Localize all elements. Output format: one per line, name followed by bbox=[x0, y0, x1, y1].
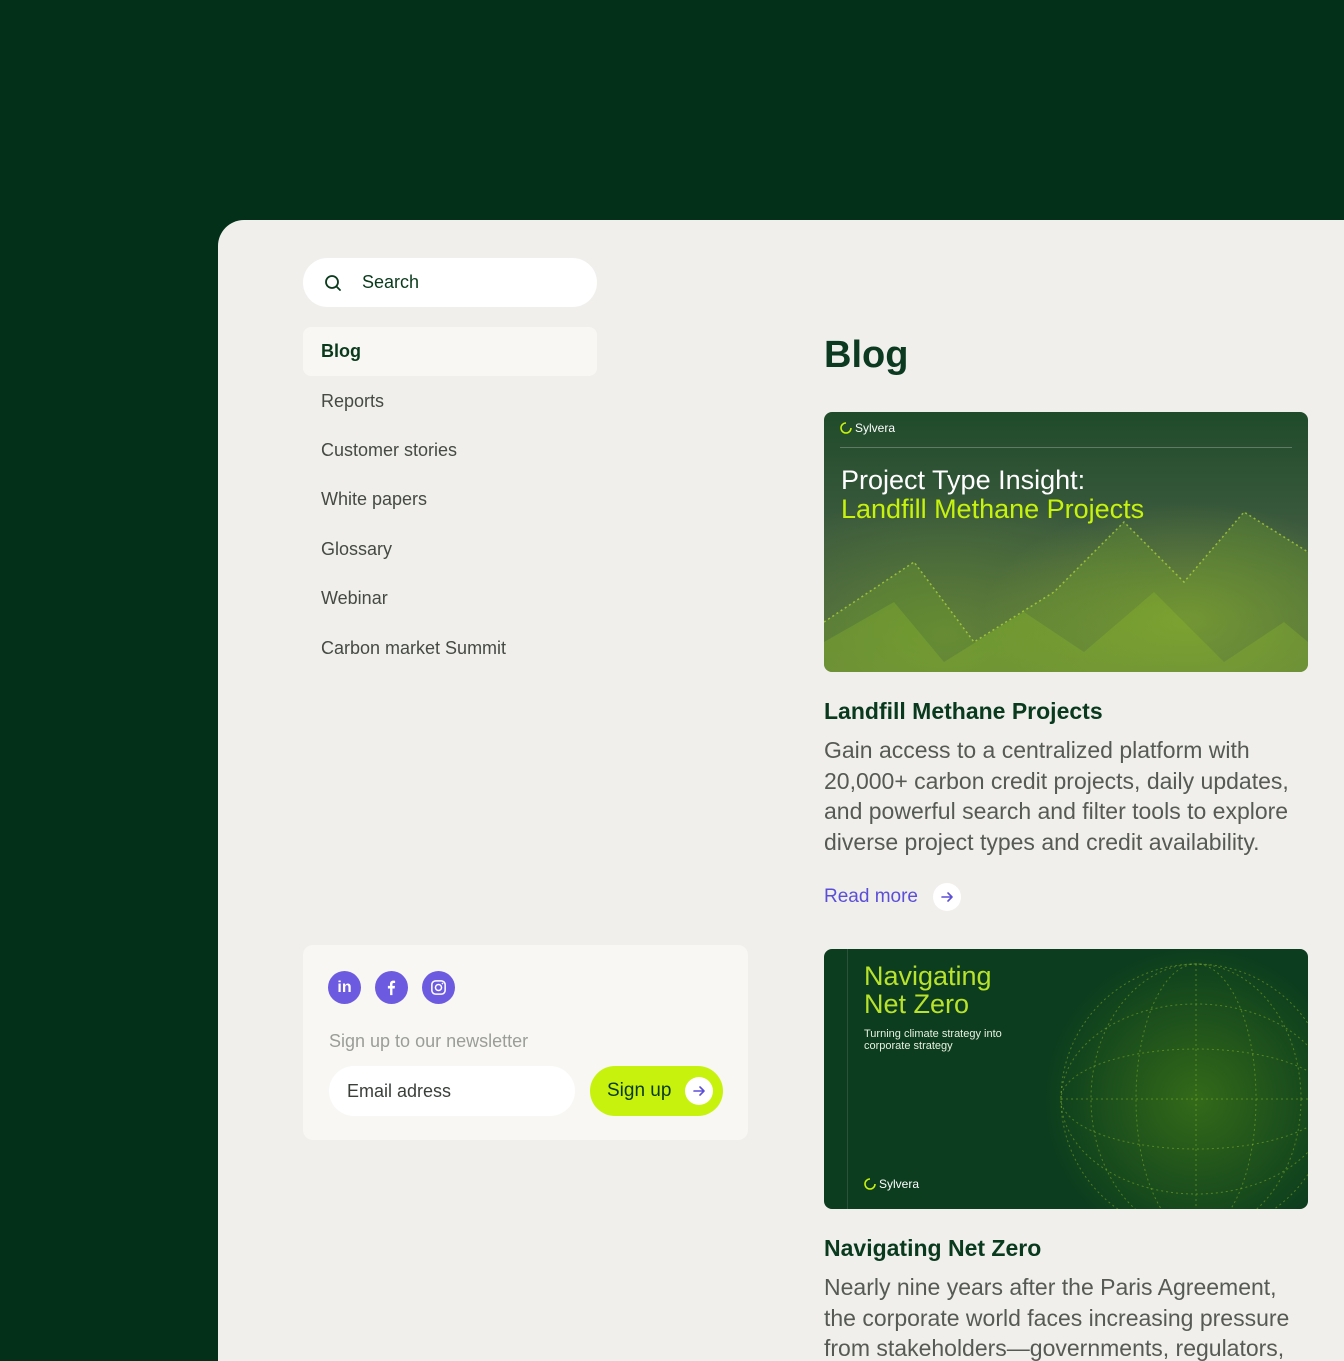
nav-item-carbon-market-summit[interactable]: Carbon market Summit bbox=[303, 623, 597, 672]
nav-item-blog[interactable]: Blog bbox=[303, 327, 597, 377]
book-spine bbox=[847, 949, 848, 1209]
sylvera-logo: Sylvera bbox=[840, 421, 895, 435]
sign-up-button[interactable]: Sign up bbox=[590, 1066, 723, 1116]
post-excerpt: Gain access to a centralized platform wi… bbox=[824, 737, 1289, 856]
brand-text: Sylvera bbox=[855, 421, 896, 435]
newsletter-box: in Sign up to our newsletter Sign up bbox=[303, 945, 748, 1140]
instagram-icon[interactable] bbox=[422, 971, 455, 1004]
sidebar-nav: Blog Reports Customer stories White pape… bbox=[303, 327, 597, 673]
search-label: Search bbox=[362, 272, 420, 292]
image-title-line1: Project Type Insight: bbox=[841, 465, 1086, 495]
arrow-right-icon bbox=[685, 1077, 713, 1105]
landfill-texture bbox=[824, 511, 1308, 672]
linkedin-text: in bbox=[337, 978, 352, 996]
search-input[interactable]: Search bbox=[303, 258, 597, 307]
arrow-right-icon bbox=[933, 883, 961, 911]
email-field[interactable] bbox=[329, 1066, 575, 1116]
read-more-link[interactable]: Read more bbox=[824, 883, 961, 911]
image-subtitle: Turning climate strategy into corporate … bbox=[864, 1028, 1002, 1052]
nav-item-glossary[interactable]: Glossary bbox=[303, 525, 597, 574]
nav-item-customer-stories[interactable]: Customer stories bbox=[303, 426, 597, 475]
search-icon bbox=[325, 274, 341, 291]
post-title[interactable]: Navigating Net Zero bbox=[824, 1235, 1041, 1262]
facebook-glyph bbox=[387, 980, 396, 996]
newsletter-label: Sign up to our newsletter bbox=[329, 1031, 529, 1051]
facebook-icon[interactable] bbox=[375, 971, 408, 1004]
nav-item-reports[interactable]: Reports bbox=[303, 376, 597, 425]
social-links: in bbox=[328, 971, 455, 1004]
read-more-label: Read more bbox=[824, 886, 918, 907]
post-image-net-zero[interactable]: Navigating Net Zero Turning climate stra… bbox=[824, 949, 1308, 1209]
sylvera-logo: Sylvera bbox=[864, 1177, 919, 1191]
nav-item-white-papers[interactable]: White papers bbox=[303, 475, 597, 524]
nav-item-webinar[interactable]: Webinar bbox=[303, 574, 597, 623]
post-image-landfill[interactable]: Sylvera Project Type Insight: Landfill M… bbox=[824, 412, 1308, 672]
content-panel: Search Blog Reports Customer stories Whi… bbox=[218, 220, 1344, 1361]
page-title: Blog bbox=[824, 334, 909, 376]
instagram-glyph bbox=[431, 980, 446, 995]
post-title[interactable]: Landfill Methane Projects bbox=[824, 698, 1103, 725]
brand-text: Sylvera bbox=[879, 1177, 920, 1191]
image-title: Navigating Net Zero bbox=[864, 961, 992, 1019]
image-divider bbox=[840, 447, 1292, 448]
post-excerpt: Nearly nine years after the Paris Agreem… bbox=[824, 1274, 1290, 1361]
sign-up-label: Sign up bbox=[607, 1080, 672, 1101]
image-title-line2: Landfill Methane Projects bbox=[841, 494, 1145, 524]
linkedin-icon[interactable]: in bbox=[328, 971, 361, 1004]
